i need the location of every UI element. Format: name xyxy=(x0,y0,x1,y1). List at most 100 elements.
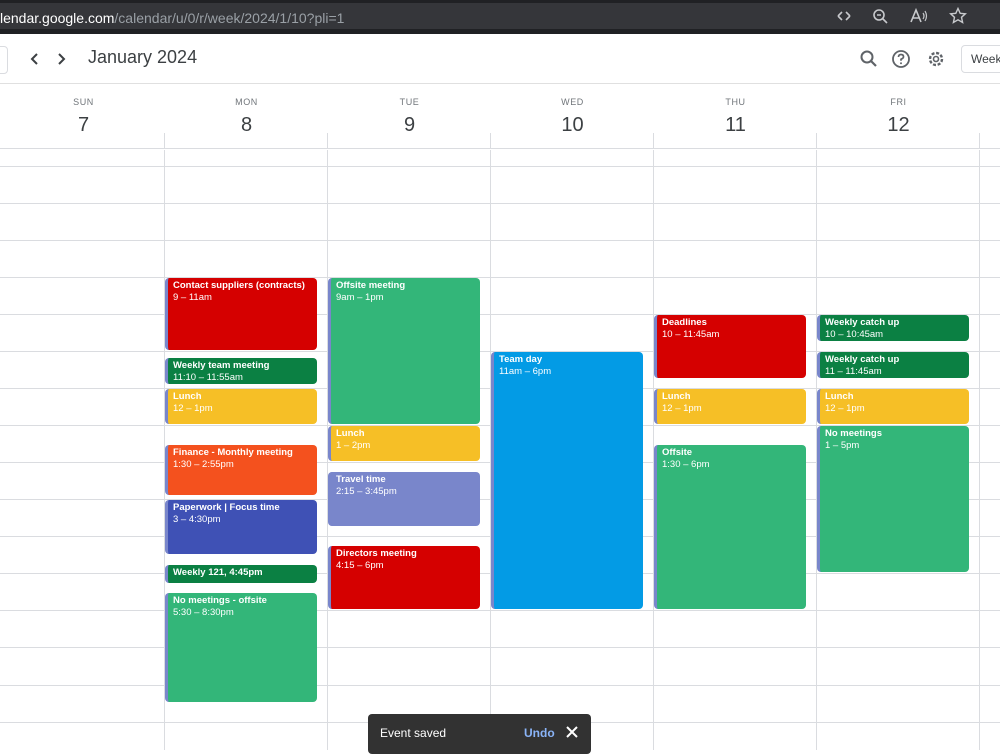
day-header-wed[interactable]: WED 10 xyxy=(491,85,654,149)
hour-line xyxy=(0,610,1000,611)
column-divider xyxy=(490,133,491,149)
event-title: Team day xyxy=(499,354,543,365)
event-time: 9am – 1pm xyxy=(336,292,384,303)
calendar-event[interactable]: Weekly catch up 11 – 11:45am xyxy=(817,352,969,378)
event-title: Finance - Monthly meeting xyxy=(173,446,293,458)
day-number[interactable]: 9 xyxy=(328,114,491,137)
calendar-event[interactable]: Lunch 12 – 1pm xyxy=(165,389,317,424)
calendar-event[interactable]: Directors meeting 4:15 – 6pm xyxy=(328,546,480,609)
zoom-icon[interactable] xyxy=(869,7,891,27)
undo-button[interactable]: Undo xyxy=(524,726,555,740)
day-name: TUE xyxy=(399,97,420,107)
day-number[interactable]: 7 xyxy=(2,114,165,137)
calendar-event[interactable]: Offsite 1:30 – 6pm xyxy=(654,444,806,609)
month-title: January 2024 xyxy=(88,47,198,67)
day-header-tue[interactable]: TUE 9 xyxy=(328,85,491,149)
read-aloud-icon[interactable] xyxy=(908,7,930,27)
hour-line xyxy=(0,166,1000,167)
calendar-event[interactable]: No meetings 1 – 5pm xyxy=(817,426,969,572)
day-number[interactable]: 8 xyxy=(165,114,328,137)
day-number[interactable]: 12 xyxy=(817,114,980,137)
calendar-header: January 2024 Week xyxy=(0,34,1000,84)
snackbar-message: Event saved xyxy=(380,726,447,740)
day-name: MON xyxy=(235,97,258,107)
reader-icon[interactable] xyxy=(833,7,855,27)
event-time: 11:10 – 11:55am xyxy=(173,372,243,384)
event-time: 2:15 – 3:45pm xyxy=(336,486,397,498)
calendar-event[interactable]: Weekly team meeting 11:10 – 11:55am xyxy=(165,358,317,384)
url-host: lendar.google.com xyxy=(0,10,115,26)
event-time: 4:15 – 6pm xyxy=(336,560,384,572)
url-text[interactable]: lendar.google.com/calendar/u/0/r/week/20… xyxy=(0,10,344,26)
favorite-star-icon[interactable] xyxy=(947,6,969,27)
event-title: Deadlines xyxy=(662,317,707,328)
day-name: WED xyxy=(561,97,584,107)
calendar-event[interactable]: Paperwork | Focus time 3 – 4:30pm xyxy=(165,500,317,554)
column-divider xyxy=(979,133,980,149)
day-name: SUN xyxy=(73,97,94,107)
hour-line xyxy=(0,685,1000,686)
calendar-event[interactable]: Weekly catch up 10 – 10:45am xyxy=(817,315,969,341)
previous-week-button[interactable] xyxy=(24,47,46,71)
event-title: Weekly team meeting xyxy=(173,360,270,372)
event-time: 5:30 – 8:30pm xyxy=(173,606,234,618)
day-header-fri[interactable]: FRI 12 xyxy=(817,85,980,149)
event-title: Contact suppliers (contracts) xyxy=(173,280,305,291)
calendar-event[interactable]: Team day 11am – 6pm xyxy=(491,352,643,609)
event-title: No meetings - offsite xyxy=(173,594,267,606)
column-divider xyxy=(327,133,328,149)
event-title: Offsite meeting xyxy=(336,280,406,291)
event-time: 12 – 1pm xyxy=(662,403,702,414)
calendar-event[interactable]: Travel time 2:15 – 3:45pm xyxy=(328,472,480,526)
event-time: 1:30 – 6pm xyxy=(662,458,710,470)
event-title: Offsite xyxy=(662,446,693,458)
event-time: 12 – 1pm xyxy=(173,403,213,414)
settings-gear-icon[interactable] xyxy=(924,47,948,71)
event-title: Weekly catch up xyxy=(825,354,900,365)
event-time: 11 – 11:45am xyxy=(825,366,882,377)
calendar-event[interactable]: No meetings - offsite 5:30 – 8:30pm xyxy=(165,592,317,702)
hour-line xyxy=(0,647,1000,648)
event-title: Lunch xyxy=(662,391,691,402)
column-divider xyxy=(653,133,654,149)
day-header-thu[interactable]: THU 11 xyxy=(654,85,817,149)
day-number[interactable]: 10 xyxy=(491,114,654,137)
calendar-event[interactable]: Lunch 1 – 2pm xyxy=(328,426,480,461)
calendar-event[interactable]: Weekly 121, 4:45pm xyxy=(165,564,317,584)
help-icon[interactable] xyxy=(889,47,913,71)
calendar-event[interactable]: Finance - Monthly meeting 1:30 – 2:55pm xyxy=(165,444,317,495)
day-headers: SUN 7 MON 8 TUE 9 WED 10 THU 11 FRI 12 xyxy=(0,85,1000,149)
day-name: FRI xyxy=(890,97,907,107)
calendar-event[interactable]: Contact suppliers (contracts) 9 – 11am xyxy=(165,278,317,350)
event-saved-snackbar: Event saved Undo xyxy=(368,714,591,754)
event-title: Weekly 121, 4:45pm xyxy=(173,566,263,578)
browser-toolbar: lendar.google.com/calendar/u/0/r/week/20… xyxy=(0,0,1000,34)
calendar-event[interactable]: Lunch 12 – 1pm xyxy=(817,389,969,424)
day-column-divider xyxy=(979,150,980,750)
day-number[interactable]: 11 xyxy=(654,114,817,137)
event-time: 12 – 1pm xyxy=(825,403,865,414)
day-name: THU xyxy=(725,97,746,107)
today-button[interactable] xyxy=(0,46,8,74)
calendar-event[interactable]: Offsite meeting 9am – 1pm xyxy=(328,278,480,424)
hour-line xyxy=(0,240,1000,241)
event-time: 10 – 11:45am xyxy=(662,329,720,340)
event-title: Lunch xyxy=(173,391,202,402)
event-title: Lunch xyxy=(336,428,365,439)
week-time-grid[interactable]: Contact suppliers (contracts) 9 – 11am Wee… xyxy=(0,150,1000,750)
day-header-mon[interactable]: MON 8 xyxy=(165,85,328,149)
event-title: Lunch xyxy=(825,391,854,402)
view-selector-button[interactable]: Week xyxy=(961,45,1000,73)
day-header-sun[interactable]: SUN 7 xyxy=(2,85,165,149)
calendar-event[interactable]: Lunch 12 – 1pm xyxy=(654,389,806,424)
event-time: 10 – 10:45am xyxy=(825,329,884,340)
column-divider xyxy=(164,133,165,149)
close-icon[interactable] xyxy=(564,724,580,740)
column-divider xyxy=(816,133,817,149)
search-icon[interactable] xyxy=(857,47,881,71)
calendar-event[interactable]: Deadlines 10 – 11:45am xyxy=(654,315,806,378)
event-title: Weekly catch up xyxy=(825,317,900,328)
event-time: 1 – 5pm xyxy=(825,440,860,451)
event-title: No meetings xyxy=(825,428,883,439)
next-week-button[interactable] xyxy=(50,47,72,71)
